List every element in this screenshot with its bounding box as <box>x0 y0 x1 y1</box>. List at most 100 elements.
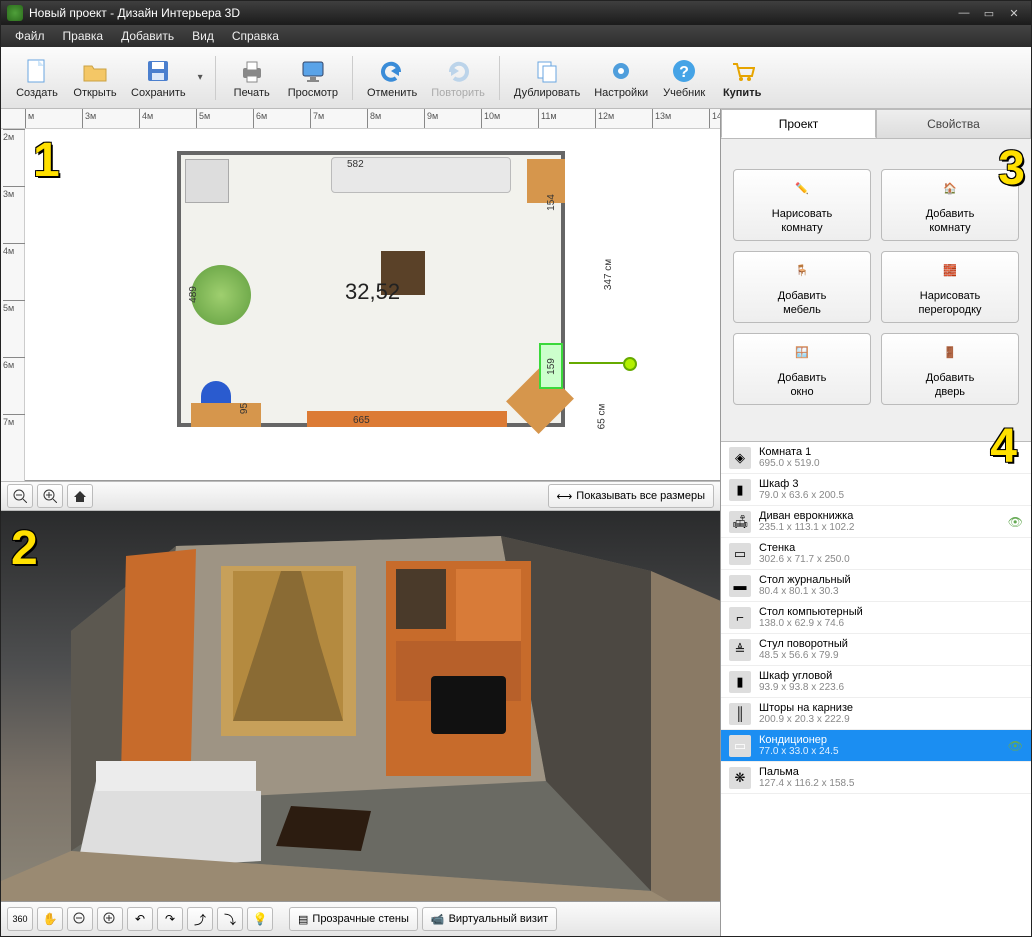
object-icon: ▭ <box>729 543 751 565</box>
light-button[interactable]: 💡 <box>247 907 273 931</box>
redo-button[interactable]: Повторить <box>425 53 491 103</box>
object-name: Диван еврокнижка <box>759 510 854 522</box>
tilt-up-button[interactable]: ⤴ <box>187 907 213 931</box>
ruler-tick: 14м <box>709 109 720 129</box>
home-view-button[interactable] <box>67 484 93 508</box>
menu-help[interactable]: Справка <box>224 26 287 46</box>
transparent-walls-button[interactable]: ▤Прозрачные стены <box>289 907 418 931</box>
rotate-360-button[interactable]: 360 <box>7 907 33 931</box>
object-list[interactable]: ◈ Комната 1 695.0 x 519.0 ▮ Шкаф 3 79.0 … <box>721 441 1031 936</box>
print-button[interactable]: Печать <box>224 53 280 103</box>
dim-r2: 154 <box>546 194 557 211</box>
menu-add[interactable]: Добавить <box>113 26 182 46</box>
object-name: Кондиционер <box>759 734 839 746</box>
ruler-tick: 4м <box>139 109 153 129</box>
monitor-icon <box>299 57 327 85</box>
list-item[interactable]: ║ Шторы на карнизе 200.9 x 20.3 x 222.9 <box>721 698 1031 730</box>
selection-handle[interactable] <box>623 357 637 371</box>
tab-properties[interactable]: Свойства <box>876 109 1031 138</box>
object-icon: ▮ <box>729 479 751 501</box>
open-button[interactable]: Открыть <box>67 53 123 103</box>
show-all-dims-button[interactable]: ⟷Показывать все размеры <box>548 484 714 508</box>
zoom-out-3d-button[interactable] <box>67 907 93 931</box>
tilt-down-button[interactable]: ⤵ <box>217 907 243 931</box>
ruler-tick: 3м <box>82 109 96 129</box>
zoom-in-button[interactable] <box>37 484 63 508</box>
ruler-tick: 11м <box>538 109 557 129</box>
settings-button[interactable]: Настройки <box>588 53 654 103</box>
plan-object[interactable] <box>185 159 229 203</box>
list-item[interactable]: ≜ Стул поворотный 48.5 x 56.6 x 79.9 <box>721 634 1031 666</box>
help-icon: ? <box>670 57 698 85</box>
zoom-in-3d-button[interactable] <box>97 907 123 931</box>
visibility-icon[interactable]: 👁 <box>1008 515 1023 529</box>
save-dropdown-icon[interactable]: ▾ <box>198 72 203 83</box>
ruler-horizontal: м3м4м5м6м7м8м9м10м11м12м13м14м <box>1 109 720 129</box>
add-window-button[interactable]: 🪟Добавитьокно <box>733 333 871 405</box>
floor-plan-canvas[interactable]: 32,52 582 347 см 154 159 65 см 489 665 9… <box>25 129 720 481</box>
pan-button[interactable]: ✋ <box>37 907 63 931</box>
maximize-button[interactable]: ▭ <box>978 5 1000 21</box>
buy-button[interactable]: Купить <box>714 53 770 103</box>
object-name: Шкаф 3 <box>759 478 844 490</box>
menu-edit[interactable]: Правка <box>55 26 112 46</box>
tab-project[interactable]: Проект <box>721 109 876 138</box>
save-button[interactable]: Сохранить <box>125 53 192 103</box>
object-text: Пальма 127.4 x 116.2 x 158.5 <box>759 766 854 789</box>
list-item[interactable]: ▮ Шкаф угловой 93.9 x 93.8 x 223.6 <box>721 666 1031 698</box>
add-furniture-button[interactable]: 🪑Добавитьмебель <box>733 251 871 323</box>
list-item[interactable]: ❋ Пальма 127.4 x 116.2 x 158.5 <box>721 762 1031 794</box>
list-item[interactable]: ▭ Кондиционер 77.0 x 33.0 x 24.5 👁 <box>721 730 1031 762</box>
room-add-icon: 🏠 <box>936 175 964 203</box>
wall-icon: 🧱 <box>936 257 964 285</box>
ruler-tick: 10м <box>481 109 500 129</box>
zoom-out-button[interactable] <box>7 484 33 508</box>
separator <box>499 56 500 100</box>
object-icon: ▮ <box>729 671 751 693</box>
3d-viewport[interactable]: 2 <box>1 511 720 902</box>
ruler-tick: 4м <box>3 243 25 256</box>
app-icon <box>7 5 23 21</box>
dim-top: 582 <box>347 159 364 170</box>
undo-button[interactable]: Отменить <box>361 53 423 103</box>
svg-text:?: ? <box>679 64 689 81</box>
list-item[interactable]: ▬ Стол журнальный 80.4 x 80.1 x 30.3 <box>721 570 1031 602</box>
plan-object-plant[interactable] <box>191 265 251 325</box>
draw-room-button[interactable]: ✏️Нарисоватькомнату <box>733 169 871 241</box>
preview-button[interactable]: Просмотр <box>282 53 344 103</box>
object-dims: 127.4 x 116.2 x 158.5 <box>759 778 854 789</box>
object-text: Диван еврокнижка 235.1 x 113.1 x 102.2 <box>759 510 854 533</box>
duplicate-icon <box>533 57 561 85</box>
pencil-icon: ✏️ <box>788 175 816 203</box>
tutorial-button[interactable]: ?Учебник <box>656 53 712 103</box>
object-icon: 🛋 <box>729 511 751 533</box>
ruler-tick: 7м <box>3 414 25 427</box>
list-item[interactable]: ◈ Комната 1 695.0 x 519.0 <box>721 442 1031 474</box>
dim-r4: 65 см <box>596 404 607 430</box>
walls-icon: ▤ <box>298 913 308 926</box>
draw-partition-button[interactable]: 🧱Нарисоватьперегородку <box>881 251 1019 323</box>
object-dims: 79.0 x 63.6 x 200.5 <box>759 490 844 501</box>
close-button[interactable]: ✕ <box>1003 5 1025 21</box>
new-button[interactable]: Создать <box>9 53 65 103</box>
list-item[interactable]: ▮ Шкаф 3 79.0 x 63.6 x 200.5 <box>721 474 1031 506</box>
object-text: Шкаф 3 79.0 x 63.6 x 200.5 <box>759 478 844 501</box>
menu-view[interactable]: Вид <box>184 26 222 46</box>
plan-object-shelf[interactable] <box>307 411 507 427</box>
rotate-right-button[interactable]: ↷ <box>157 907 183 931</box>
rotate-left-button[interactable]: ↶ <box>127 907 153 931</box>
add-room-button[interactable]: 🏠Добавитькомнату <box>881 169 1019 241</box>
save-icon <box>144 57 172 85</box>
list-item[interactable]: 🛋 Диван еврокнижка 235.1 x 113.1 x 102.2… <box>721 506 1031 538</box>
visibility-icon[interactable]: 👁 <box>1008 739 1023 753</box>
add-door-button[interactable]: 🚪Добавитьдверь <box>881 333 1019 405</box>
list-item[interactable]: ⌐ Стол компьютерный 138.0 x 62.9 x 74.6 <box>721 602 1031 634</box>
plan-object-desk[interactable] <box>191 403 261 427</box>
ruler-tick: м <box>25 109 34 129</box>
virtual-visit-button[interactable]: 📹Виртуальный визит <box>422 907 557 931</box>
object-icon: ≜ <box>729 639 751 661</box>
duplicate-button[interactable]: Дублировать <box>508 53 586 103</box>
list-item[interactable]: ▭ Стенка 302.6 x 71.7 x 250.0 <box>721 538 1031 570</box>
minimize-button[interactable]: — <box>953 5 975 21</box>
menu-file[interactable]: Файл <box>7 26 53 46</box>
